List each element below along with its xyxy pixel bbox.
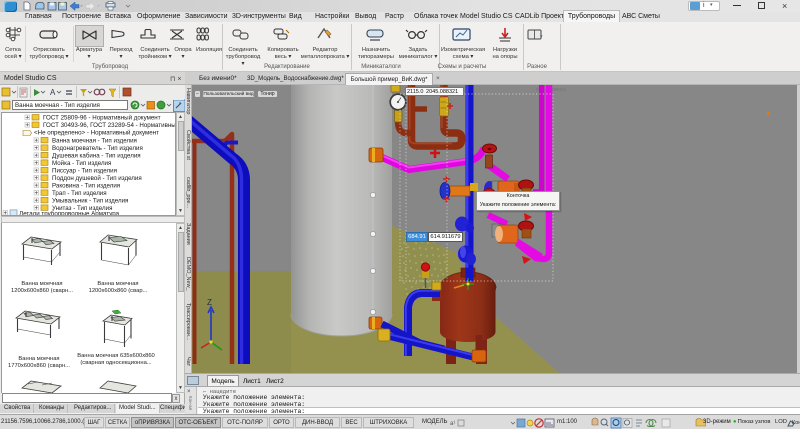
svg-text:Умывальник - Тип изделия: Умывальник - Тип изделия [52,197,128,204]
svg-text:A: A [50,88,56,97]
svg-text:Ванна моечная: Ванна моечная [21,281,62,287]
svg-text:Душевая кабина - Тип изделия: Душевая кабина - Тип изделия [52,152,141,159]
svg-text:(сварная односекционна...: (сварная односекционна... [80,360,152,366]
svg-text:Трап - Тип изделия: Трап - Тип изделия [52,190,107,197]
svg-text:Поддон душевой - Тип изделия: Поддон душевой - Тип изделия [52,175,142,182]
svg-text:Писсуар - Тип изделия: Писсуар - Тип изделия [52,167,117,174]
svg-text:1200х600х860 (свар...: 1200х600х860 (свар... [89,288,148,294]
svg-text:Ванна моечная 635х600х860: Ванна моечная 635х600х860 [77,353,155,359]
svg-text:ГОСТ 25809-96 - Нормативный до: ГОСТ 25809-96 - Нормативный документ [43,115,161,122]
svg-text:Ванна моечная - Тип изделия: Ванна моечная - Тип изделия [52,137,137,144]
svg-text:Ванна моечная: Ванна моечная [97,281,138,287]
svg-text:ГОСТ 30493-96, ГОСТ 23289-54 -: ГОСТ 30493-96, ГОСТ 23289-54 - Нормативн… [43,122,176,129]
svg-text:1200х600х860 (сварн...: 1200х600х860 (сварн... [11,288,73,294]
svg-text:1770х600х860 (сварн...: 1770х600х860 (сварн... [8,363,70,369]
svg-text:Водонагреватель - Тип изделия: Водонагреватель - Тип изделия [52,145,143,152]
svg-text:Z: Z [207,298,212,307]
svg-text:Мойка - Тип изделия: Мойка - Тип изделия [52,160,111,167]
svg-text:a¹: a¹ [450,421,455,427]
svg-text:<Не определено> - Нормативный: <Не определено> - Нормативный документ [34,130,159,137]
svg-text:Ванна моечная: Ванна моечная [18,356,59,362]
svg-text:Раковина - Тип изделия: Раковина - Тип изделия [52,182,120,189]
